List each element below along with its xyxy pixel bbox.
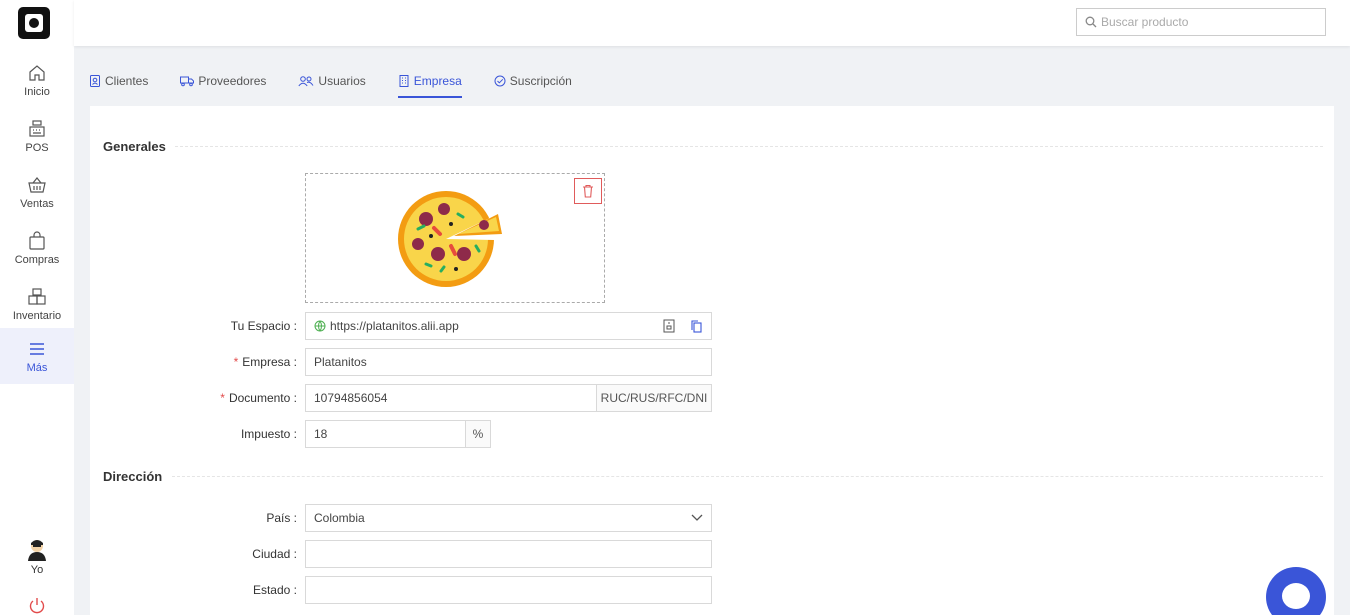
trash-icon	[583, 184, 593, 198]
tab-clientes[interactable]: Clientes	[89, 64, 148, 98]
espacio-value: https://platanitos.alii.app	[330, 319, 459, 333]
chevron-down-icon	[691, 514, 703, 521]
pais-value: Colombia	[314, 511, 365, 525]
settings-tabs: Clientes Proveedores Usuarios Empresa Su…	[89, 64, 604, 98]
user-label: Yo	[30, 564, 44, 576]
section-divider	[172, 476, 1323, 477]
nav-ventas[interactable]: Ventas	[0, 164, 74, 220]
nav-inventario[interactable]: Inventario	[0, 276, 74, 332]
delete-logo-button[interactable]	[574, 178, 602, 204]
user-profile[interactable]: Yo	[0, 537, 74, 576]
basket-icon	[28, 176, 46, 193]
espacio-label: Tu Espacio :	[230, 319, 297, 333]
nav-label: Más	[26, 361, 48, 374]
app-logo[interactable]	[18, 7, 50, 39]
tab-usuarios[interactable]: Usuarios	[298, 64, 366, 98]
section-title-generales: Generales	[103, 139, 166, 154]
form-row-documento: * Documento : 10794856054 RUC/RUS/RFC/DNI	[90, 384, 1334, 412]
estado-label: Estado :	[252, 583, 297, 597]
percent-addon: %	[465, 421, 490, 447]
tab-empresa[interactable]: Empresa	[397, 64, 462, 98]
contact-card-icon	[90, 75, 100, 87]
ciudad-label: Ciudad :	[252, 547, 297, 561]
documento-input[interactable]: 10794856054 RUC/RUS/RFC/DNI	[305, 384, 712, 412]
tab-proveedores[interactable]: Proveedores	[180, 64, 266, 98]
espacio-field[interactable]: https://platanitos.alii.app	[305, 312, 712, 340]
section-divider	[175, 146, 1323, 147]
copy-icon[interactable]	[691, 319, 702, 333]
documento-label: * Documento :	[220, 391, 297, 405]
form-row-ciudad: Ciudad :	[90, 540, 1334, 568]
pais-label: País :	[266, 511, 297, 525]
company-settings-card: Generales Tu Espacio: https://platanito…	[90, 106, 1334, 615]
form-row-estado: Estado :	[90, 576, 1334, 604]
nav-label: Compras	[14, 253, 60, 266]
menu-icon	[30, 342, 44, 355]
tab-label: Proveedores	[198, 74, 267, 88]
form-row-impuesto: Impuesto : 18 %	[90, 420, 1334, 448]
estado-input[interactable]	[305, 576, 712, 604]
form-row-espacio: Tu Espacio : https://platanitos.alii.app	[90, 312, 1334, 340]
home-icon	[29, 64, 45, 81]
nav-compras[interactable]: Compras	[0, 220, 74, 276]
nav-label: Inventario	[12, 309, 62, 322]
logout-button[interactable]	[0, 597, 74, 615]
nav-pos[interactable]: POS	[0, 108, 74, 164]
impuesto-label: Impuesto :	[240, 427, 297, 441]
nav-label: Ventas	[20, 197, 54, 210]
globe-icon	[314, 320, 326, 332]
sidebar: Inicio POS Ventas Compras Inventario Más…	[0, 0, 74, 615]
nav-inicio[interactable]: Inicio	[0, 52, 74, 108]
form-row-empresa: * Empresa : Platanitos	[90, 348, 1334, 376]
documento-type-addon: RUC/RUS/RFC/DNI	[596, 385, 711, 411]
company-logo-upload[interactable]	[305, 173, 605, 303]
users-icon	[298, 76, 314, 87]
empresa-label: * Empresa :	[233, 355, 297, 369]
qr-code-icon[interactable]	[663, 319, 675, 333]
form-row-pais: País : Colombia	[90, 504, 1334, 532]
tab-label: Usuarios	[318, 74, 366, 88]
documento-value: 10794856054	[314, 391, 388, 405]
search-icon	[1085, 16, 1097, 28]
ciudad-input[interactable]	[305, 540, 712, 568]
avatar	[28, 540, 46, 561]
pizza-logo-image	[398, 191, 502, 287]
shopping-bag-icon	[29, 230, 45, 250]
pais-select[interactable]: Colombia	[305, 504, 712, 532]
nav-label: POS	[25, 141, 49, 154]
impuesto-value: 18	[314, 427, 328, 441]
search-box[interactable]	[1076, 8, 1326, 36]
boxes-icon	[28, 287, 46, 305]
nav-mas[interactable]: Más	[0, 328, 74, 384]
search-input[interactable]	[1101, 15, 1321, 29]
tab-label: Empresa	[413, 74, 462, 88]
truck-icon	[180, 76, 195, 87]
check-circle-icon	[494, 75, 506, 87]
impuesto-input[interactable]: 18 %	[305, 420, 491, 448]
empresa-value: Platanitos	[314, 355, 367, 369]
cash-register-icon	[29, 119, 45, 137]
power-icon	[29, 598, 45, 614]
tab-label: Clientes	[105, 74, 149, 88]
section-title-direccion: Dirección	[103, 469, 163, 484]
building-icon	[399, 75, 409, 87]
tab-suscripcion[interactable]: Suscripción	[494, 64, 572, 98]
top-bar	[74, 0, 1350, 46]
empresa-input[interactable]: Platanitos	[305, 348, 712, 376]
nav-label: Inicio	[24, 85, 50, 98]
tab-label: Suscripción	[509, 74, 572, 88]
